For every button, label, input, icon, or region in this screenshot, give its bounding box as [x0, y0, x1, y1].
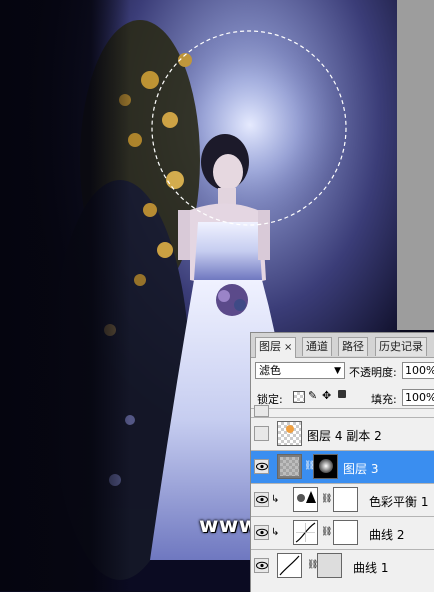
visibility-toggle[interactable] [254, 405, 269, 417]
clip-arrow-icon: ↳ [271, 527, 280, 538]
link-icon: ⛓ [321, 527, 333, 537]
layer-row-layer4-copy2[interactable]: 图层 4 副本 2 [251, 418, 434, 451]
panel-tab-bar: 图层 × 通道 路径 历史记录 [251, 333, 434, 358]
visibility-toggle[interactable] [254, 558, 269, 573]
layer-mask-thumbnail[interactable] [333, 520, 358, 545]
tab-history-label: 历史记录 [379, 340, 423, 353]
layers-panel: 图层 × 通道 路径 历史记录 滤色 ▼ 不透明度: 100% 锁定: ✎ ✥ 填… [250, 332, 434, 592]
lock-image-pixels-icon[interactable]: ✎ [308, 389, 317, 402]
canvas-gray-area [397, 0, 434, 330]
layer-row-curves1[interactable]: ⛓ 曲线 1 [251, 550, 434, 592]
layer-mask-thumbnail[interactable] [317, 553, 342, 578]
clip-arrow-icon: ↳ [271, 494, 280, 505]
tab-paths[interactable]: 路径 [338, 337, 368, 356]
curve-graph-icon [279, 555, 300, 576]
blend-mode-select[interactable]: 滤色 ▼ [255, 362, 345, 379]
layer-thumbnail [277, 421, 302, 446]
layer-row-layer3[interactable]: ⛓ 图层 3 [251, 451, 434, 484]
layer-name: 色彩平衡 1 [369, 495, 429, 509]
lock-transparent-pixels-icon[interactable] [293, 391, 305, 403]
layer-row-curves2[interactable]: ↳ ⛓ 曲线 2 [251, 517, 434, 550]
layer-row-color-balance1[interactable]: ↳ ⛓ 色彩平衡 1 [251, 484, 434, 517]
lock-all-icon[interactable] [338, 390, 346, 398]
fill-value: 100% [405, 391, 434, 404]
lock-position-icon[interactable]: ✥ [322, 389, 331, 402]
layer-mask-thumbnail[interactable] [313, 454, 338, 479]
eye-icon [256, 495, 268, 504]
tab-channels-label: 通道 [306, 340, 328, 353]
layer-name: 图层 4 副本 2 [307, 429, 382, 443]
blend-mode-value: 滤色 [259, 364, 281, 377]
adjustment-icon [293, 487, 318, 512]
opacity-value: 100% [405, 364, 434, 377]
visibility-toggle[interactable] [254, 426, 269, 441]
fill-label: 填充: [371, 393, 397, 406]
tab-paths-label: 路径 [342, 340, 364, 353]
layer-thumbnail [277, 454, 302, 479]
layer-name: 图层 3 [343, 462, 379, 476]
opacity-field[interactable]: 100% [402, 362, 434, 379]
curves-icon [277, 553, 302, 578]
layer-row-partial [251, 405, 434, 418]
close-icon[interactable]: × [284, 342, 292, 353]
layer-name: 曲线 2 [369, 528, 405, 542]
tab-layers-label: 图层 [259, 340, 281, 353]
layer-name: 曲线 1 [353, 561, 389, 575]
eye-icon [256, 528, 268, 537]
layer-mask-thumbnail[interactable] [333, 487, 358, 512]
opacity-label: 不透明度: [349, 366, 397, 379]
fill-field[interactable]: 100% [402, 389, 434, 406]
chevron-down-icon: ▼ [334, 366, 341, 376]
visibility-toggle[interactable] [254, 492, 269, 507]
tab-channels[interactable]: 通道 [302, 337, 332, 356]
tab-layers[interactable]: 图层 × [255, 337, 297, 358]
curve-graph-icon [295, 522, 316, 543]
visibility-toggle[interactable] [254, 459, 269, 474]
eye-icon [256, 462, 268, 471]
curves-icon [293, 520, 318, 545]
eye-icon [256, 561, 268, 570]
tab-history[interactable]: 历史记录 [375, 337, 427, 356]
visibility-toggle[interactable] [254, 525, 269, 540]
link-icon: ⛓ [321, 494, 333, 504]
